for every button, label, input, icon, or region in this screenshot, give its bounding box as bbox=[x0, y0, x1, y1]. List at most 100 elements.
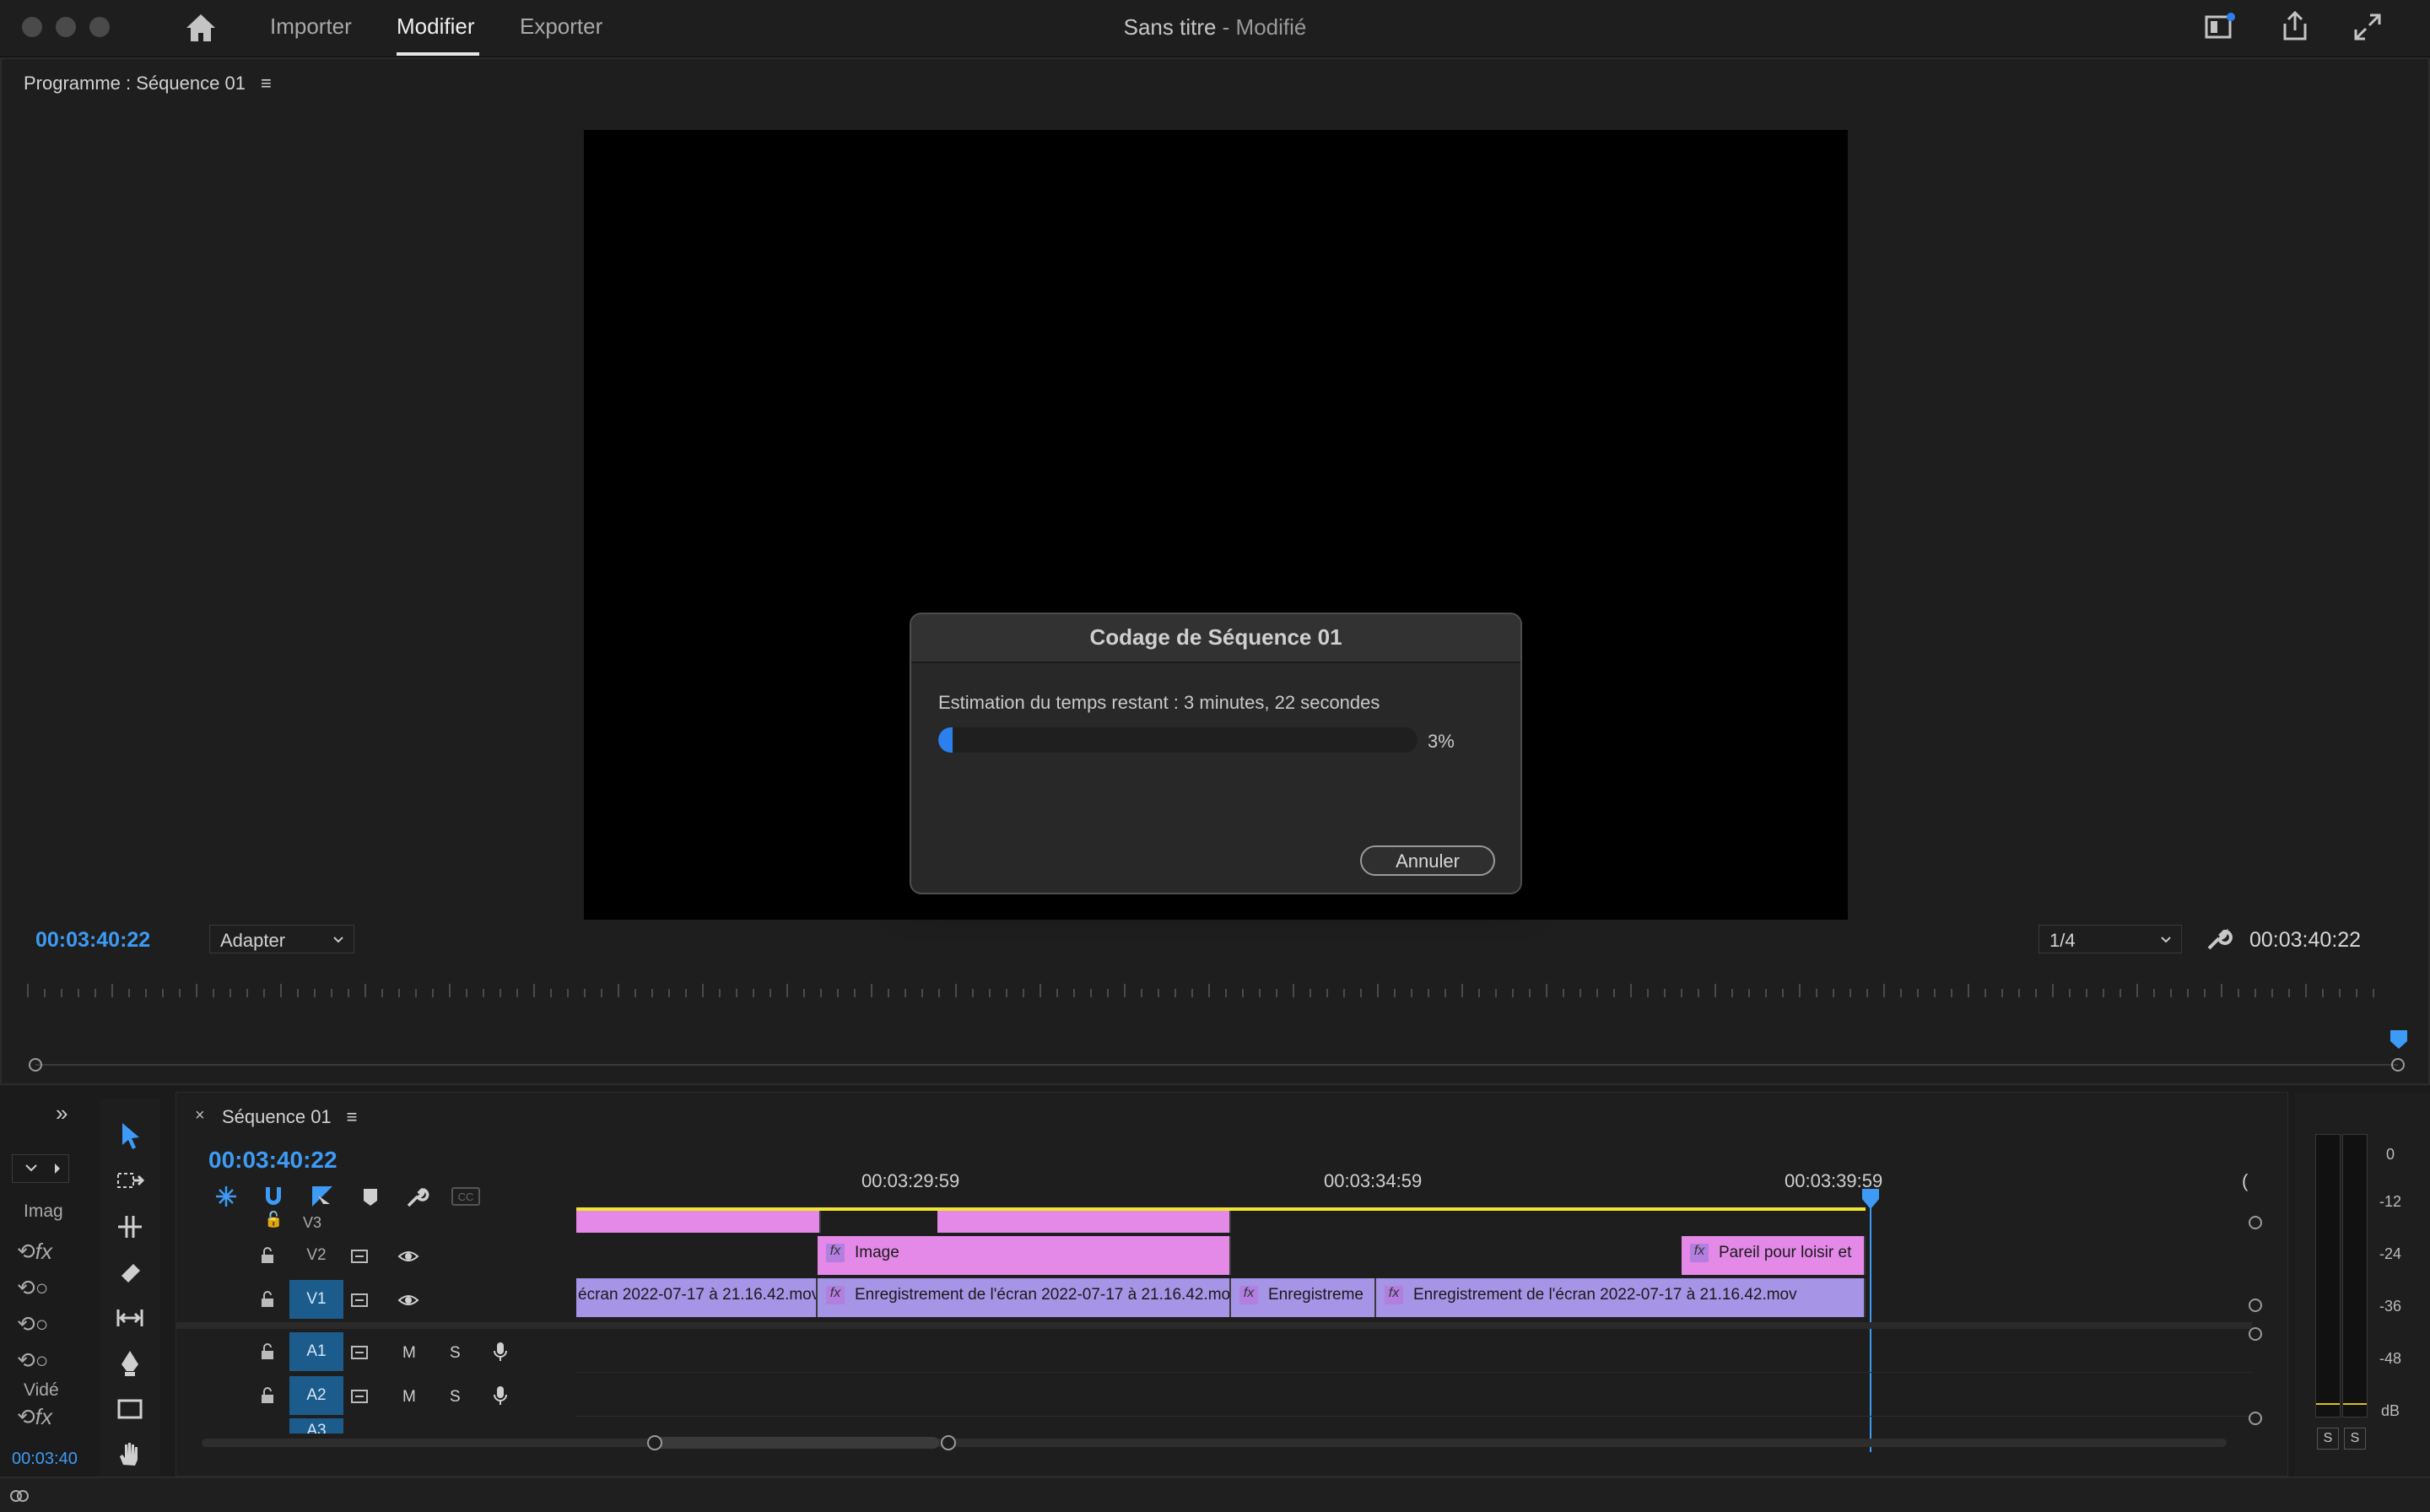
fullscreen-icon[interactable] bbox=[2352, 12, 2383, 42]
zoom-handle-right[interactable] bbox=[2391, 1058, 2405, 1072]
clip-screen-recording-b[interactable]: fx Enregistrement de l'écran 2022-07-17 à… bbox=[818, 1278, 1231, 1317]
sync-lock-icon[interactable] bbox=[350, 1248, 370, 1265]
solo-left-button[interactable]: S bbox=[2317, 1428, 2339, 1450]
clip-screen-recording-d[interactable]: fx Enregistrement de l'écran 2022-07-17 à… bbox=[1376, 1278, 1866, 1317]
creative-cloud-icon[interactable] bbox=[8, 1485, 30, 1505]
zoom-level-dropdown[interactable]: Adapter bbox=[209, 925, 354, 953]
tab-modifier[interactable]: Modifier bbox=[397, 14, 474, 40]
hand-tool-icon[interactable] bbox=[115, 1439, 145, 1470]
ruler-tick bbox=[1529, 989, 1531, 997]
zoom-window-button[interactable] bbox=[89, 17, 110, 37]
sync-lock-icon[interactable] bbox=[350, 1344, 370, 1361]
eye-icon[interactable] bbox=[397, 1292, 419, 1309]
sync-lock-icon[interactable] bbox=[350, 1388, 370, 1405]
rectangle-tool-icon[interactable] bbox=[115, 1394, 145, 1424]
playhead-timecode[interactable]: 00:03:40:22 bbox=[35, 928, 150, 953]
timeline-timecode[interactable]: 00:03:40:22 bbox=[208, 1147, 338, 1174]
scroll-handle[interactable] bbox=[2249, 1327, 2262, 1341]
playback-resolution-dropdown[interactable]: 1/4 bbox=[2038, 925, 2182, 953]
ruler-tick bbox=[1647, 989, 1649, 997]
lock-icon[interactable]: 🔓 bbox=[264, 1211, 283, 1228]
scrollbar-thumb[interactable] bbox=[647, 1437, 939, 1449]
track-name-a3[interactable]: A3 bbox=[289, 1418, 343, 1434]
ruler-tick bbox=[348, 989, 349, 997]
ruler-tick bbox=[601, 989, 602, 997]
slip-tool-icon[interactable] bbox=[115, 1303, 145, 1333]
ruler-tick bbox=[94, 989, 96, 997]
scroll-handle-left[interactable] bbox=[647, 1435, 662, 1450]
workspaces-icon[interactable] bbox=[2204, 12, 2236, 42]
fx-icon[interactable]: ⟲fx bbox=[17, 1404, 52, 1430]
lock-icon[interactable] bbox=[259, 1342, 276, 1361]
ruler-tick bbox=[1141, 989, 1142, 997]
lock-icon[interactable] bbox=[259, 1290, 276, 1309]
track-a2-row[interactable] bbox=[576, 1374, 2252, 1417]
track-name-v2[interactable]: V2 bbox=[289, 1236, 343, 1275]
panel-menu-icon[interactable]: ≡ bbox=[347, 1106, 358, 1127]
zoom-handle-left[interactable] bbox=[29, 1058, 42, 1072]
lock-icon[interactable] bbox=[259, 1246, 276, 1265]
expand-panels-icon[interactable]: » bbox=[56, 1100, 68, 1126]
scroll-handle-right[interactable] bbox=[941, 1435, 956, 1450]
ruler-tick bbox=[1934, 989, 1936, 997]
solo-button[interactable]: S bbox=[450, 1344, 461, 1363]
timeline-settings-wrench-icon[interactable] bbox=[404, 1184, 429, 1209]
lock-icon[interactable] bbox=[259, 1386, 276, 1405]
linked-selection-icon[interactable] bbox=[310, 1184, 335, 1209]
zoom-scrollbar-track[interactable] bbox=[35, 1064, 2398, 1066]
panel-dropdown[interactable] bbox=[12, 1154, 69, 1183]
title-bar: Importer Modifier Exporter Sans titre - … bbox=[0, 0, 2430, 57]
track-select-tool-icon[interactable] bbox=[115, 1166, 145, 1196]
share-icon[interactable] bbox=[2280, 10, 2310, 42]
mute-button[interactable]: M bbox=[402, 1344, 416, 1363]
eye-icon[interactable] bbox=[397, 1248, 419, 1265]
scroll-handle[interactable] bbox=[2249, 1216, 2262, 1229]
scroll-handle[interactable] bbox=[2249, 1412, 2262, 1425]
microphone-icon[interactable] bbox=[492, 1341, 509, 1363]
track-name-v1[interactable]: V1 bbox=[289, 1280, 343, 1319]
selection-tool-icon[interactable] bbox=[115, 1120, 145, 1151]
timeline-tab[interactable]: Séquence 01 ≡ bbox=[222, 1106, 358, 1128]
horizontal-scrollbar[interactable] bbox=[202, 1439, 2227, 1447]
solo-right-button[interactable]: S bbox=[2344, 1428, 2366, 1450]
clip-pareil[interactable]: fx Pareil pour loisir et bbox=[1682, 1236, 1866, 1275]
cancel-button[interactable]: Annuler bbox=[1360, 845, 1495, 876]
minimize-window-button[interactable] bbox=[56, 17, 76, 37]
solo-button[interactable]: S bbox=[450, 1388, 461, 1407]
clip-screen-recording-c[interactable]: fx Enregistreme bbox=[1231, 1278, 1376, 1317]
ruler-tick bbox=[1411, 989, 1412, 997]
track-name-a1[interactable]: A1 bbox=[289, 1332, 343, 1371]
ruler-tick bbox=[2305, 984, 2307, 997]
clip-screen-recording-a[interactable]: écran 2022-07-17 à 21.16.42.mov bbox=[576, 1278, 818, 1317]
ruler-tick bbox=[162, 989, 164, 997]
home-icon[interactable] bbox=[184, 12, 218, 44]
close-tab-icon[interactable]: × bbox=[195, 1106, 205, 1126]
captions-icon[interactable]: CC bbox=[451, 1187, 480, 1206]
ruler-tick bbox=[381, 989, 383, 997]
nest-sequence-icon[interactable] bbox=[213, 1184, 239, 1209]
tab-importer[interactable]: Importer bbox=[270, 14, 352, 40]
add-marker-icon[interactable] bbox=[359, 1184, 382, 1209]
panel-menu-icon[interactable]: ≡ bbox=[261, 73, 272, 94]
clip-v3-a[interactable] bbox=[576, 1211, 821, 1233]
clip-image[interactable]: fx Image bbox=[818, 1236, 1231, 1275]
razor-tool-icon[interactable] bbox=[115, 1257, 145, 1288]
microphone-icon[interactable] bbox=[492, 1385, 509, 1407]
ripple-edit-tool-icon[interactable] bbox=[115, 1212, 145, 1242]
track-name-a2[interactable]: A2 bbox=[289, 1376, 343, 1415]
mute-button[interactable]: M bbox=[402, 1388, 416, 1407]
sync-lock-icon[interactable] bbox=[350, 1292, 370, 1309]
playhead-marker-icon[interactable] bbox=[2390, 1029, 2408, 1050]
effect-keyframe-icons[interactable]: ⟲fx ⟲○ ⟲○ ⟲○ bbox=[17, 1234, 52, 1379]
video-audio-divider[interactable] bbox=[176, 1322, 2252, 1329]
clip-v3-b[interactable] bbox=[937, 1211, 1231, 1233]
pen-tool-icon[interactable] bbox=[115, 1348, 145, 1379]
track-a1-row[interactable] bbox=[576, 1331, 2252, 1373]
snap-magnet-icon[interactable] bbox=[261, 1184, 286, 1209]
tab-exporter[interactable]: Exporter bbox=[520, 14, 602, 40]
encoding-dialog: Codage de Séquence 01 Estimation du temp… bbox=[910, 613, 1522, 894]
close-window-button[interactable] bbox=[22, 17, 42, 37]
wrench-settings-icon[interactable] bbox=[2204, 925, 2233, 953]
ruler-tick bbox=[871, 984, 872, 997]
scroll-handle[interactable] bbox=[2249, 1299, 2262, 1312]
